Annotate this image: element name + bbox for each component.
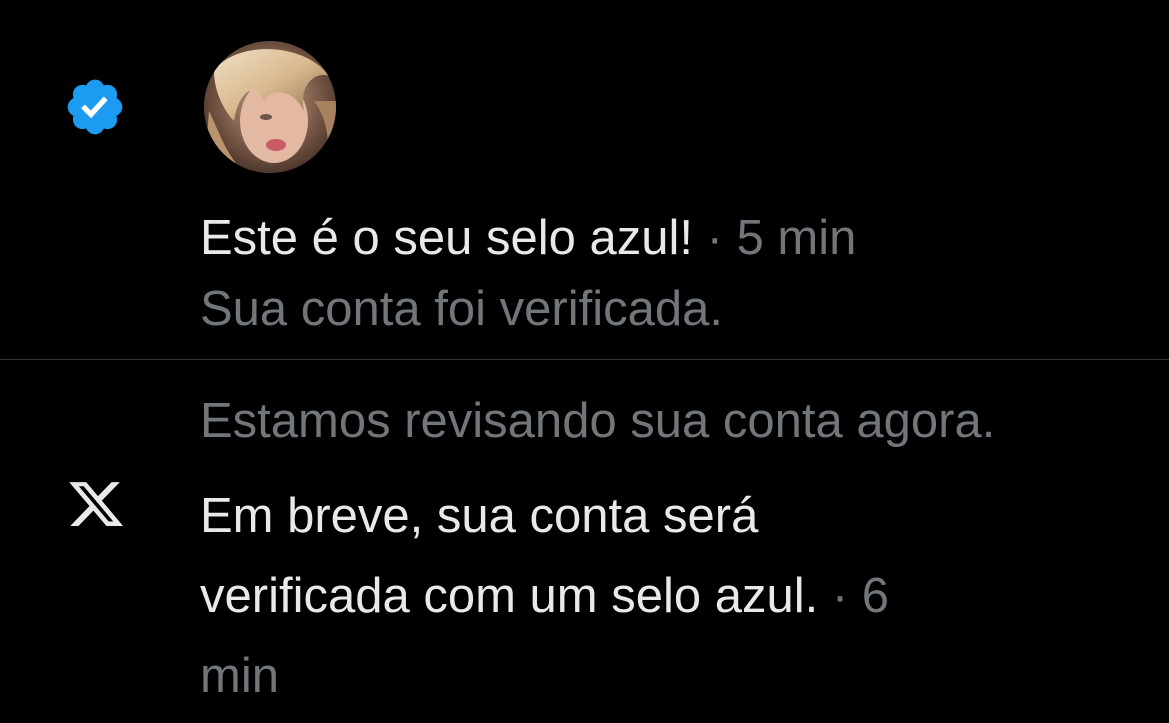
avatar[interactable] bbox=[204, 41, 336, 173]
notification-verified[interactable]: Este é o seu selo azul! · 5 min Sua cont… bbox=[0, 0, 1169, 359]
verified-badge-icon bbox=[63, 75, 127, 139]
notification-body: Em breve, sua conta será verificada com … bbox=[200, 476, 1100, 716]
avatar-image bbox=[204, 41, 336, 173]
notification-time: 6 bbox=[861, 569, 890, 623]
notification-body-line1: Em breve, sua conta será bbox=[200, 489, 759, 543]
separator-dot: · bbox=[818, 569, 862, 623]
notification-subtitle: Sua conta foi verificada. bbox=[200, 282, 723, 336]
notification-text: Este é o seu selo azul! · 5 min Sua cont… bbox=[200, 203, 856, 345]
notification-heading: Estamos revisando sua conta agora. bbox=[200, 394, 996, 448]
separator-dot: · bbox=[693, 211, 737, 265]
notification-time-unit: min bbox=[200, 649, 279, 703]
notification-body-line2: verificada com um selo azul. bbox=[200, 569, 819, 623]
notification-title: Este é o seu selo azul! bbox=[200, 211, 694, 265]
x-logo-icon bbox=[66, 477, 126, 531]
notification-time: 5 min bbox=[736, 211, 857, 265]
